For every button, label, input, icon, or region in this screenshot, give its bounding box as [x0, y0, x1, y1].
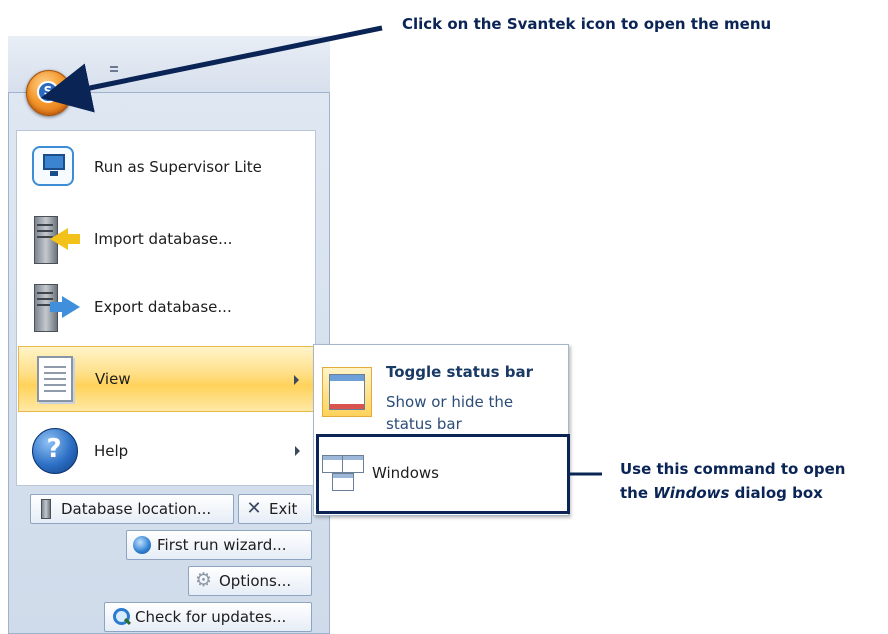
help-icon: ?	[28, 424, 82, 478]
svantek-application-button[interactable]	[26, 70, 72, 116]
close-icon: ✕	[246, 498, 262, 519]
menu-item-run-as-supervisor-lite[interactable]: Run as Supervisor Lite	[18, 134, 314, 200]
annotation-windows-line2: the Windows dialog box	[620, 484, 823, 502]
submenu-arrow-icon	[294, 375, 299, 385]
annotation-text-suffix: dialog box	[729, 484, 823, 502]
svantek-logo-icon	[37, 81, 59, 103]
menu-item-label: Import database...	[94, 230, 233, 248]
database-location-button[interactable]: Database location...	[30, 494, 234, 524]
toggle-status-bar-title: Toggle status bar	[386, 363, 534, 381]
menu-item-view[interactable]: View	[18, 346, 314, 412]
check-for-updates-label: Check for updates...	[135, 608, 287, 626]
menu-item-label: Run as Supervisor Lite	[94, 158, 262, 176]
monitor-icon	[28, 140, 82, 194]
check-for-updates-button[interactable]: Check for updates...	[104, 602, 312, 632]
wizard-icon	[133, 535, 151, 555]
annotation-text-prefix: the	[620, 484, 654, 502]
database-icon	[37, 499, 55, 519]
import-database-icon	[28, 212, 82, 266]
annotation-highlight-box	[316, 434, 570, 514]
gear-icon	[195, 569, 213, 591]
annotation-windows-line1: Use this command to open	[620, 460, 846, 478]
menu-item-label: View	[95, 370, 131, 388]
options-button[interactable]: Options...	[188, 566, 312, 596]
document-view-icon	[29, 352, 83, 406]
annotation-open-menu: Click on the Svantek icon to open the me…	[402, 15, 772, 33]
quick-access-customize-icon-lower	[110, 70, 118, 72]
menu-item-import-database[interactable]: Import database...	[18, 206, 314, 272]
submenu-item-toggle-status-bar[interactable]: Toggle status bar Show or hide the statu…	[320, 353, 562, 439]
options-label: Options...	[219, 572, 292, 590]
search-icon	[111, 607, 130, 627]
annotation-text-emphasis: Windows	[653, 484, 730, 502]
exit-label: Exit	[269, 500, 298, 518]
menu-item-label: Export database...	[94, 298, 232, 316]
quick-access-customize-icon[interactable]	[110, 66, 118, 68]
first-run-wizard-button[interactable]: First run wizard...	[126, 530, 312, 560]
database-location-label: Database location...	[61, 500, 212, 518]
toggle-status-bar-description: Show or hide the status bar	[386, 393, 514, 433]
exit-button[interactable]: ✕ Exit	[238, 494, 312, 524]
menu-item-label: Help	[94, 442, 129, 460]
first-run-wizard-label: First run wizard...	[157, 536, 287, 554]
menu-item-help[interactable]: ? Help	[18, 418, 314, 484]
submenu-arrow-icon	[295, 446, 300, 456]
export-database-icon	[28, 280, 82, 334]
menu-item-export-database[interactable]: Export database...	[18, 274, 314, 340]
status-bar-icon	[322, 367, 372, 417]
